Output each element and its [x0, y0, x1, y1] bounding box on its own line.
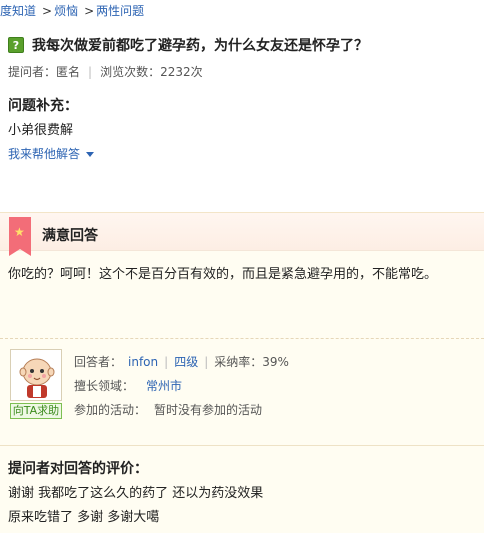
help-answer-link[interactable]: 我来帮他解答: [8, 145, 95, 162]
answer-header: ★ 满意回答: [0, 213, 484, 256]
meta-divider: |: [88, 65, 93, 79]
evaluation-line: 谢谢 我都吃了这么久的药了 还以为药没效果: [8, 486, 264, 501]
evaluation-title: 提问者对回答的评价：: [8, 461, 148, 477]
expertise-label: 擅长领域：: [74, 379, 135, 393]
breadcrumb-item-zhidao[interactable]: 度知道: [0, 4, 36, 18]
avatar-cartoon-icon: [19, 358, 55, 398]
view-count: 浏览次数：2232次: [100, 65, 203, 79]
activity-row: 参加的活动： 暂时没有参加的活动: [74, 401, 262, 418]
meta-divider: |: [164, 355, 169, 369]
breadcrumb-separator: >: [42, 4, 53, 18]
question-supplement: 问题补充： 小弟很费解: [8, 95, 478, 138]
answer-title: 满意回答: [42, 228, 98, 244]
breadcrumb-item-liangxing[interactable]: 两性问题: [96, 4, 144, 18]
help-answer-label[interactable]: 我来帮他解答: [8, 147, 80, 161]
asker-evaluation: 提问者对回答的评价： 谢谢 我都吃了这么久的药了 还以为药没效果 原来吃错了 多…: [0, 445, 484, 533]
answerer-level-link[interactable]: 四级: [174, 355, 198, 369]
answerer-meta-row: 回答者： infon | 四级 | 采纳率：39%: [74, 353, 289, 370]
breadcrumb: 度知道 > 烦恼 > 两性问题: [0, 2, 144, 20]
ribbon-badge-icon: ★: [9, 217, 31, 256]
ask-ta-button[interactable]: 向TA求助: [10, 403, 62, 419]
question-title: 我每次做爱前都吃了避孕药，为什么女友还是怀孕了？: [32, 38, 368, 54]
chevron-down-icon: [86, 152, 95, 157]
breadcrumb-item-fannao[interactable]: 烦恼: [54, 4, 78, 18]
activity-value: 暂时没有参加的活动: [154, 403, 263, 417]
asker-label: 提问者：匿名: [8, 65, 81, 79]
answerer-card: 向TA求助 回答者： infon | 四级 | 采纳率：39% 擅长领域： 常州市 参加的活…: [0, 338, 484, 424]
question-section: ? 我每次做爱前都吃了避孕药，为什么女友还是怀孕了？ 提问者：匿名 | 浏览次数：2…: [8, 35, 478, 80]
expertise-row: 擅长领域： 常州市: [74, 377, 182, 394]
best-answer-box: ★ 满意回答 你吃的？呵呵！这个不是百分百有效的，而且是紧急避孕用的，不能常吃。…: [0, 212, 484, 533]
question-title-row: ? 我每次做爱前都吃了避孕药，为什么女友还是怀孕了？: [8, 35, 478, 55]
answerer-name-link[interactable]: infon: [128, 355, 158, 369]
star-icon: ★: [14, 225, 25, 239]
supplement-title: 问题补充：: [8, 98, 78, 114]
evaluation-line: 原来吃错了 多谢 多谢大噶: [8, 510, 160, 525]
question-icon: ?: [8, 37, 24, 53]
expertise-link[interactable]: 常州市: [146, 379, 182, 393]
answerer-label: 回答者：: [74, 355, 123, 369]
question-meta: 提问者：匿名 | 浏览次数：2232次: [8, 63, 478, 80]
activity-label: 参加的活动：: [74, 403, 147, 417]
answer-body: 你吃的？呵呵！这个不是百分百有效的，而且是紧急避孕用的，不能常吃。: [8, 267, 438, 282]
breadcrumb-separator: >: [84, 4, 95, 18]
meta-divider: |: [204, 355, 209, 369]
adoption-rate: 采纳率：39%: [214, 355, 289, 369]
supplement-body: 小弟很费解: [8, 123, 74, 138]
avatar[interactable]: [10, 349, 62, 401]
